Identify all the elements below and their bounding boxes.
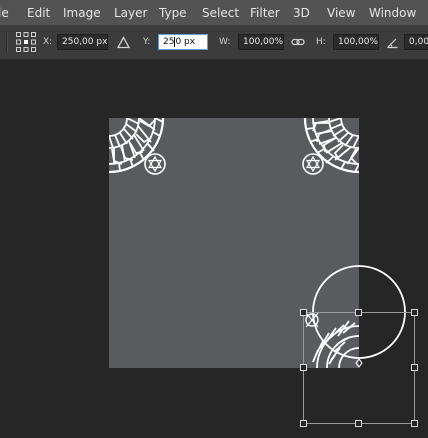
menu-select[interactable]: Select	[202, 5, 239, 21]
canvas-artwork	[109, 118, 359, 175]
transform-handle-bottom[interactable]	[355, 420, 362, 427]
menu-edit[interactable]: Edit	[27, 5, 50, 21]
x-position-value: 250,00 px	[62, 37, 108, 47]
x-label: X:	[43, 37, 53, 47]
w-label: W:	[219, 37, 231, 47]
menu-layer[interactable]: Layer	[114, 5, 147, 21]
transform-handle-top-right[interactable]	[411, 309, 418, 316]
h-label: H:	[316, 37, 326, 47]
y-position-field[interactable]: 250 px	[158, 34, 208, 50]
y-value-after-caret: 0 px	[175, 37, 196, 47]
mandala-top-right	[302, 118, 359, 175]
link-chain-icon[interactable]	[291, 37, 305, 47]
transform-handle-right[interactable]	[411, 364, 418, 371]
x-position-field[interactable]: 250,00 px	[57, 34, 108, 50]
menu-view[interactable]: View	[327, 5, 355, 21]
menu-file[interactable]: le	[0, 5, 9, 21]
menu-filter[interactable]: Filter	[250, 5, 280, 21]
angle-field[interactable]: 0,00	[404, 34, 428, 50]
transform-handle-bottom-right[interactable]	[411, 420, 418, 427]
menu-3d[interactable]: 3D	[293, 5, 310, 21]
reference-point-grid-icon[interactable]	[15, 31, 37, 53]
y-label: Y:	[143, 37, 151, 47]
options-bar: X: 250,00 px Y: 250 px W: 100,00% H: 100…	[0, 26, 428, 60]
menu-bar: le Edit Image Layer Type Select Filter 3…	[0, 0, 428, 26]
height-field[interactable]: 100,00%	[333, 34, 379, 50]
transform-handle-bottom-left[interactable]	[300, 420, 307, 427]
relative-position-triangle-icon[interactable]	[117, 36, 130, 49]
width-field[interactable]: 100,00%	[238, 34, 284, 50]
angle-value: 0,00	[409, 37, 428, 47]
menu-window[interactable]: Window	[369, 5, 416, 21]
document-canvas[interactable]	[109, 118, 359, 368]
options-divider	[6, 33, 8, 53]
mandala-top-left	[109, 118, 166, 175]
height-value: 100,00%	[338, 37, 379, 47]
menu-type[interactable]: Type	[159, 5, 187, 21]
rotate-angle-icon[interactable]	[386, 36, 399, 49]
menu-image[interactable]: Image	[63, 5, 101, 21]
width-value: 100,00%	[243, 37, 284, 47]
y-value-before-caret: 25	[163, 37, 175, 47]
